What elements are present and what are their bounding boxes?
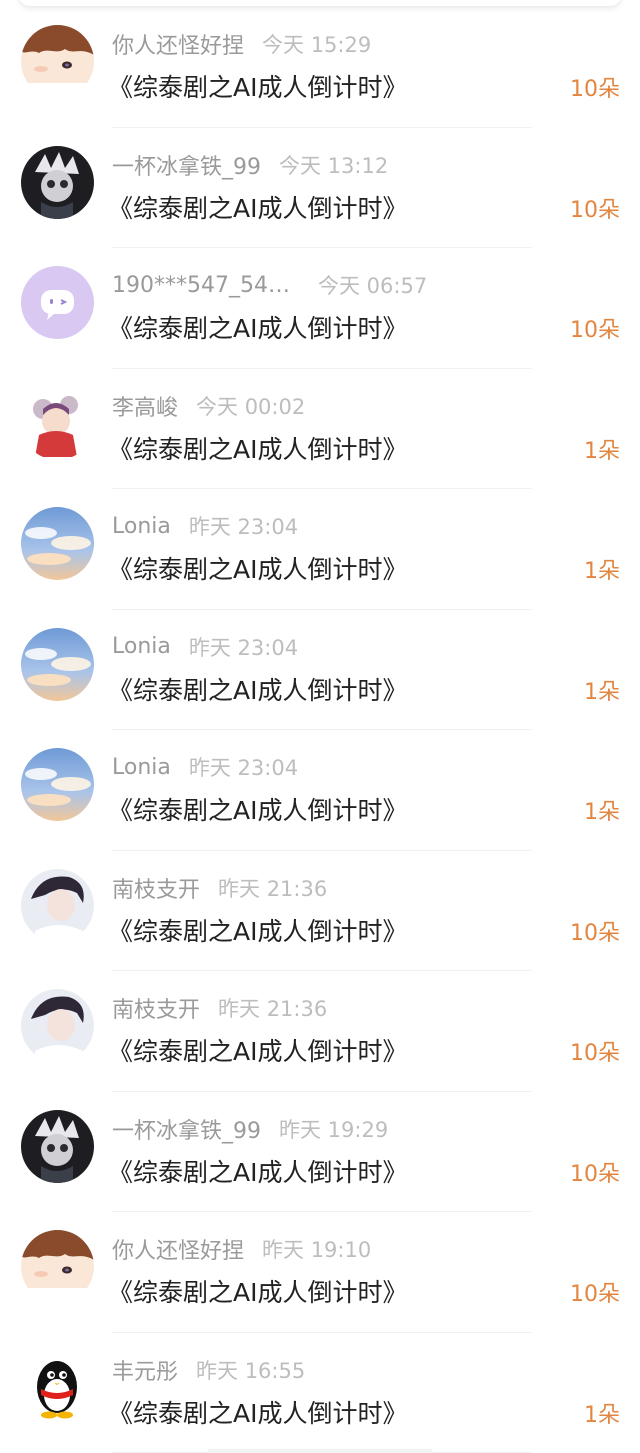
username[interactable]: 你人还怪好捏 xyxy=(112,28,244,60)
timestamp: 今天 06:57 xyxy=(318,270,427,300)
username[interactable]: 一杯冰拿铁_99 xyxy=(112,1113,261,1145)
username[interactable]: Lonia xyxy=(112,755,171,780)
record-meta: 李高峻今天 00:02 xyxy=(112,391,305,421)
book-title[interactable]: 《综泰剧之AI成人倒计时》 xyxy=(108,671,407,707)
username[interactable]: 你人还怪好捏 xyxy=(112,1233,244,1265)
record-meta: 南枝支开昨天 21:36 xyxy=(112,993,327,1023)
flower-count: 1朵 xyxy=(584,1397,620,1429)
timestamp: 今天 15:29 xyxy=(262,29,371,59)
username[interactable]: 190***547_543... xyxy=(112,273,300,298)
book-title[interactable]: 《综泰剧之AI成人倒计时》 xyxy=(108,1394,407,1430)
record-meta: 一杯冰拿铁_99 今天 13:12 xyxy=(112,150,388,180)
book-title[interactable]: 《综泰剧之AI成人倒计时》 xyxy=(108,912,407,948)
flower-count: 10朵 xyxy=(570,1156,620,1188)
book-title[interactable]: 《综泰剧之AI成人倒计时》 xyxy=(108,68,407,104)
flower-count: 1朵 xyxy=(584,553,620,585)
record-meta: 190***547_543... 今天 06:57 xyxy=(112,270,427,300)
young-man-avatar[interactable] xyxy=(21,989,94,1062)
gift-record-row[interactable]: 你人还怪好捏今天 15:29 《综泰剧之AI成人倒计时》 10朵 xyxy=(0,7,640,128)
username[interactable]: 南枝支开 xyxy=(112,872,200,904)
timestamp: 昨天 21:36 xyxy=(218,993,327,1023)
sky-clouds-avatar[interactable] xyxy=(21,748,94,821)
gift-record-row[interactable]: Lonia 昨天 23:04 《综泰剧之AI成人倒计时》 1朵 xyxy=(0,489,640,610)
timestamp: 昨天 23:04 xyxy=(189,511,298,541)
username[interactable]: Lonia xyxy=(112,514,171,539)
gift-record-row[interactable]: 一杯冰拿铁_99 今天 13:12 《综泰剧之AI成人倒计时》 10朵 xyxy=(0,128,640,249)
record-meta: Lonia 昨天 23:04 xyxy=(112,752,298,782)
timestamp: 今天 13:12 xyxy=(279,150,388,180)
gift-record-row[interactable]: 南枝支开昨天 21:36 《综泰剧之AI成人倒计时》 10朵 xyxy=(0,971,640,1092)
gift-record-row[interactable]: Lonia 昨天 23:04 《综泰剧之AI成人倒计时》 1朵 xyxy=(0,730,640,851)
young-man-avatar[interactable] xyxy=(21,869,94,942)
default-purple-avatar[interactable] xyxy=(21,266,94,339)
timestamp: 昨天 21:36 xyxy=(218,873,327,903)
book-title[interactable]: 《综泰剧之AI成人倒计时》 xyxy=(108,430,407,466)
username[interactable]: 南枝支开 xyxy=(112,992,200,1024)
record-meta: 南枝支开昨天 21:36 xyxy=(112,873,327,903)
book-title[interactable]: 《综泰剧之AI成人倒计时》 xyxy=(108,1032,407,1068)
flower-count: 10朵 xyxy=(570,71,620,103)
sky-clouds-avatar[interactable] xyxy=(21,507,94,580)
timestamp: 昨天 23:04 xyxy=(189,752,298,782)
flower-count: 10朵 xyxy=(570,1035,620,1067)
mouse-girl-avatar[interactable] xyxy=(21,387,94,460)
flower-count: 1朵 xyxy=(584,433,620,465)
book-title[interactable]: 《综泰剧之AI成人倒计时》 xyxy=(108,1153,407,1189)
timestamp: 昨天 16:55 xyxy=(196,1355,305,1385)
record-meta: 丰元彤昨天 16:55 xyxy=(112,1355,305,1385)
record-meta: Lonia 昨天 23:04 xyxy=(112,632,298,662)
flower-count: 10朵 xyxy=(570,915,620,947)
username[interactable]: 一杯冰拿铁_99 xyxy=(112,149,261,181)
qq-penguin-avatar[interactable] xyxy=(21,1351,94,1424)
boy-anime-avatar[interactable] xyxy=(21,25,94,98)
gift-record-row[interactable]: 你人还怪好捏昨天 19:10 《综泰剧之AI成人倒计时》 10朵 xyxy=(0,1212,640,1333)
book-title[interactable]: 《综泰剧之AI成人倒计时》 xyxy=(108,189,407,225)
book-title[interactable]: 《综泰剧之AI成人倒计时》 xyxy=(108,550,407,586)
record-meta: Lonia 昨天 23:04 xyxy=(112,511,298,541)
flower-count: 10朵 xyxy=(570,192,620,224)
flower-count: 10朵 xyxy=(570,312,620,344)
gift-record-row[interactable]: 丰元彤昨天 16:55 《综泰剧之AI成人倒计时》 1朵 xyxy=(0,1333,640,1453)
record-meta: 一杯冰拿铁_99 昨天 19:29 xyxy=(112,1114,388,1144)
dragon-mask-avatar[interactable] xyxy=(21,1110,94,1183)
sky-clouds-avatar[interactable] xyxy=(21,628,94,701)
record-meta: 你人还怪好捏昨天 19:10 xyxy=(112,1234,371,1264)
timestamp: 今天 00:02 xyxy=(196,391,305,421)
gift-record-row[interactable]: 李高峻今天 00:02 《综泰剧之AI成人倒计时》 1朵 xyxy=(0,369,640,490)
book-title[interactable]: 《综泰剧之AI成人倒计时》 xyxy=(108,309,407,345)
username[interactable]: Lonia xyxy=(112,634,171,659)
flower-count: 10朵 xyxy=(570,1276,620,1308)
flower-count: 1朵 xyxy=(584,794,620,826)
gift-record-row[interactable]: 190***547_543... 今天 06:57 《综泰剧之AI成人倒计时》 10朵 xyxy=(0,248,640,369)
book-title[interactable]: 《综泰剧之AI成人倒计时》 xyxy=(108,791,407,827)
username[interactable]: 李高峻 xyxy=(112,390,178,422)
gift-record-row[interactable]: Lonia 昨天 23:04 《综泰剧之AI成人倒计时》 1朵 xyxy=(0,610,640,731)
timestamp: 昨天 19:10 xyxy=(262,1234,371,1264)
dragon-mask-avatar[interactable] xyxy=(21,146,94,219)
top-card-edge xyxy=(18,0,622,6)
boy-anime-avatar[interactable] xyxy=(21,1230,94,1303)
book-title[interactable]: 《综泰剧之AI成人倒计时》 xyxy=(108,1273,407,1309)
username[interactable]: 丰元彤 xyxy=(112,1354,178,1386)
gift-record-row[interactable]: 一杯冰拿铁_99 昨天 19:29 《综泰剧之AI成人倒计时》 10朵 xyxy=(0,1092,640,1213)
record-meta: 你人还怪好捏今天 15:29 xyxy=(112,29,371,59)
timestamp: 昨天 23:04 xyxy=(189,632,298,662)
gift-record-row[interactable]: 南枝支开昨天 21:36 《综泰剧之AI成人倒计时》 10朵 xyxy=(0,851,640,972)
timestamp: 昨天 19:29 xyxy=(279,1114,388,1144)
flower-count: 1朵 xyxy=(584,674,620,706)
gift-list: 你人还怪好捏今天 15:29《综泰剧之AI成人倒计时》10朵一杯冰拿铁_99今天… xyxy=(0,7,640,1453)
